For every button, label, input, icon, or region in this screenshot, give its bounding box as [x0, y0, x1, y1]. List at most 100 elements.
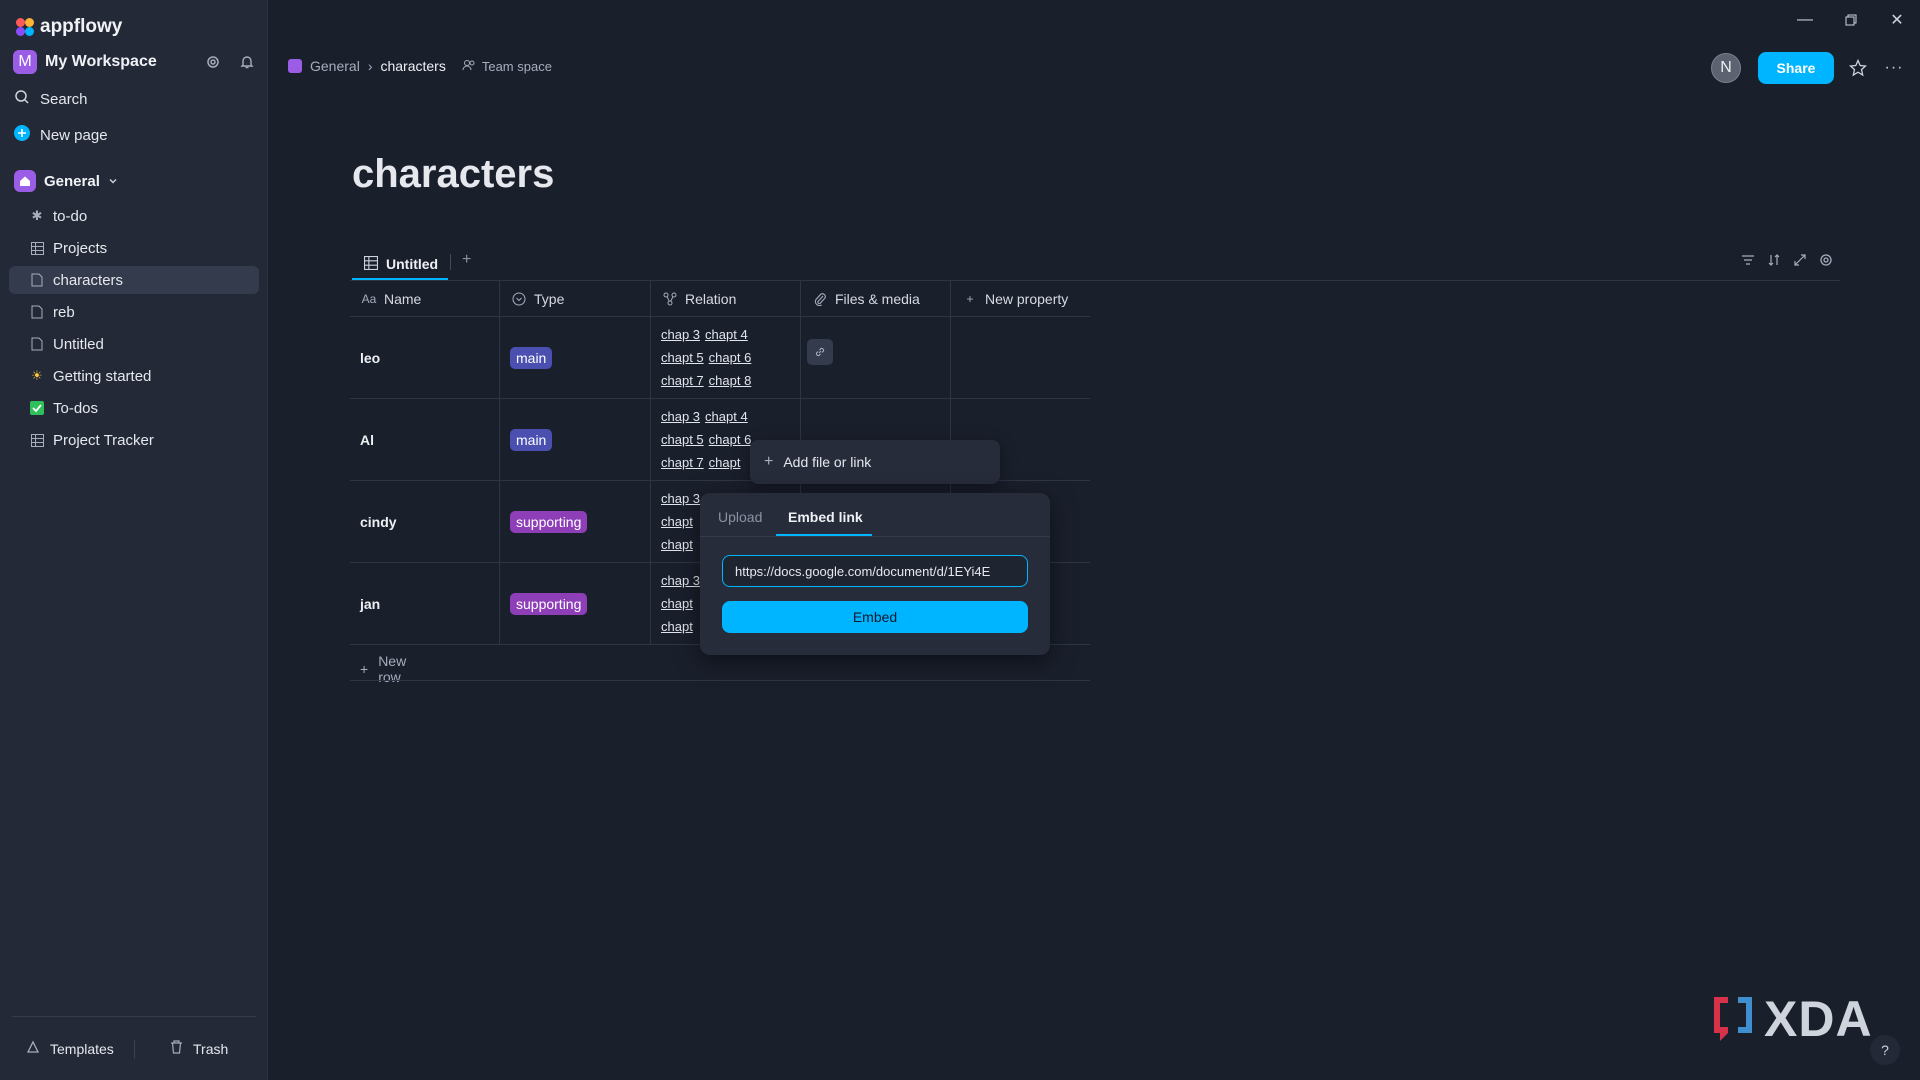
sidebar-item-label: Getting started [53, 367, 152, 385]
view-tab-label: Untitled [386, 256, 439, 272]
sidebar-item-label: To-dos [53, 399, 99, 417]
sidebar-divider [12, 1016, 256, 1017]
help-button[interactable]: ? [1870, 1035, 1900, 1065]
breadcrumb-current[interactable]: characters [380, 58, 445, 74]
sidebar-item-reb[interactable]: reb [9, 298, 259, 326]
more-options-icon[interactable]: ··· [1882, 56, 1906, 80]
settings-gear-icon[interactable] [201, 50, 225, 74]
tab-embed-link[interactable]: Embed link [788, 509, 863, 525]
type-cell[interactable]: main [500, 399, 651, 481]
workspace-switcher[interactable]: M My Workspace [13, 49, 259, 75]
search-nav[interactable]: Search [14, 89, 88, 109]
app-logo: appflowy [16, 16, 122, 38]
templates-label: Templates [50, 1040, 114, 1057]
sidebar-item-projects[interactable]: Projects [9, 234, 259, 262]
sidebar-item-getting-started[interactable]: ☀ Getting started [9, 362, 259, 390]
link-icon[interactable] [807, 339, 833, 365]
minimize-icon[interactable]: — [1782, 0, 1828, 40]
column-header-files[interactable]: Files & media [801, 281, 951, 317]
plus-icon: + [966, 291, 974, 306]
name-cell[interactable]: Al [350, 399, 500, 481]
templates-icon [26, 1040, 40, 1057]
relation-link[interactable]: chapt [661, 537, 693, 552]
tab-upload[interactable]: Upload [718, 509, 762, 525]
chevron-down-icon [108, 173, 118, 190]
type-cell[interactable]: supporting [500, 481, 651, 563]
text-icon: Aa [361, 291, 377, 306]
new-page-button[interactable]: New page [14, 125, 108, 145]
relation-link[interactable]: chapt 5 [661, 432, 704, 447]
sidebar-item-to-do[interactable]: ✱ to-do [9, 202, 259, 230]
section-general[interactable]: General [14, 170, 118, 192]
sun-emoji-icon: ☀ [31, 368, 43, 383]
restore-icon[interactable] [1828, 0, 1874, 40]
sidebar: appflowy M My Workspace Search New page … [0, 0, 268, 1080]
name-cell[interactable]: jan [350, 563, 500, 645]
add-view-button[interactable]: + [462, 251, 471, 269]
column-label: Files & media [835, 290, 920, 307]
page-icon [29, 336, 45, 352]
embed-url-input[interactable] [722, 555, 1028, 587]
relation-link[interactable]: chapt 7 [661, 455, 704, 470]
relation-link[interactable]: chapt [661, 619, 693, 634]
trash-button[interactable]: Trash [170, 1040, 228, 1057]
breadcrumb: General › characters Team space [288, 58, 552, 74]
embed-button[interactable]: Embed [722, 601, 1028, 633]
column-header-type[interactable]: Type [500, 281, 651, 317]
home-icon [14, 170, 36, 192]
type-cell[interactable]: main [500, 317, 651, 399]
relation-link[interactable]: chapt 5 [661, 350, 704, 365]
star-icon[interactable] [1846, 56, 1870, 80]
avatar[interactable]: N [1711, 53, 1741, 83]
app-name: appflowy [40, 16, 123, 37]
sidebar-item-project-tracker[interactable]: Project Tracker [9, 426, 259, 454]
relation-link[interactable]: chapt 6 [709, 432, 752, 447]
column-header-relation[interactable]: Relation [651, 281, 801, 317]
relation-link[interactable]: chapt 4 [705, 409, 748, 424]
sidebar-item-characters[interactable]: characters [9, 266, 259, 294]
notification-bell-icon[interactable] [235, 50, 259, 74]
workspace-name: My Workspace [45, 53, 157, 70]
relation-link[interactable]: chapt 4 [705, 327, 748, 342]
add-file-or-link-button[interactable]: + Add file or link [750, 440, 1000, 484]
close-icon[interactable]: ✕ [1874, 0, 1920, 40]
expand-icon[interactable] [1792, 252, 1808, 268]
relation-link[interactable]: chap 3 [661, 409, 700, 424]
relation-link[interactable]: chap 3 [661, 327, 700, 342]
new-property-button[interactable]: + New property [951, 281, 1090, 317]
relation-link[interactable]: chapt 6 [709, 350, 752, 365]
column-label: Type [534, 290, 565, 307]
sidebar-item-to-dos[interactable]: To-dos [9, 394, 259, 422]
type-cell[interactable]: supporting [500, 563, 651, 645]
select-icon [512, 292, 526, 306]
relation-cell[interactable]: chap 3 chapt 4 chapt 5 chapt 6 chapt 7 chap… [651, 317, 801, 399]
sidebar-item-label: Projects [53, 239, 108, 257]
relation-link[interactable]: chap 3 [661, 491, 700, 506]
settings-gear-icon[interactable] [1818, 252, 1834, 268]
page-title[interactable]: characters [352, 152, 554, 197]
templates-button[interactable]: Templates [26, 1040, 114, 1057]
share-button[interactable]: Share [1758, 52, 1834, 84]
relation-link[interactable]: chap 3 [661, 573, 700, 588]
embed-popup: Upload Embed link Embed [700, 493, 1050, 655]
files-cell[interactable] [801, 317, 951, 399]
relation-link[interactable]: chapt [661, 596, 693, 611]
name-cell[interactable]: leo [350, 317, 500, 399]
relation-link[interactable]: chapt [661, 514, 693, 529]
sort-icon[interactable] [1766, 252, 1782, 268]
check-emoji-icon [29, 400, 45, 416]
plus-icon: + [764, 453, 774, 470]
xda-logo-icon [1714, 997, 1752, 1041]
column-header-name[interactable]: Aa Name [350, 281, 500, 317]
relation-link[interactable]: chapt 7 [661, 373, 704, 388]
sidebar-item-untitled[interactable]: Untitled [9, 330, 259, 358]
table-row[interactable]: leo main chap 3 chapt 4 chapt 5 chapt 6 ch… [350, 317, 1090, 399]
breadcrumb-root[interactable]: General [310, 58, 360, 74]
relation-link[interactable]: chapt 8 [709, 373, 752, 388]
tab-untitled-view[interactable]: Untitled [352, 250, 448, 280]
team-icon [462, 59, 476, 74]
search-icon [14, 89, 30, 109]
filter-icon[interactable] [1740, 252, 1756, 268]
relation-link[interactable]: chapt [709, 455, 741, 470]
name-cell[interactable]: cindy [350, 481, 500, 563]
